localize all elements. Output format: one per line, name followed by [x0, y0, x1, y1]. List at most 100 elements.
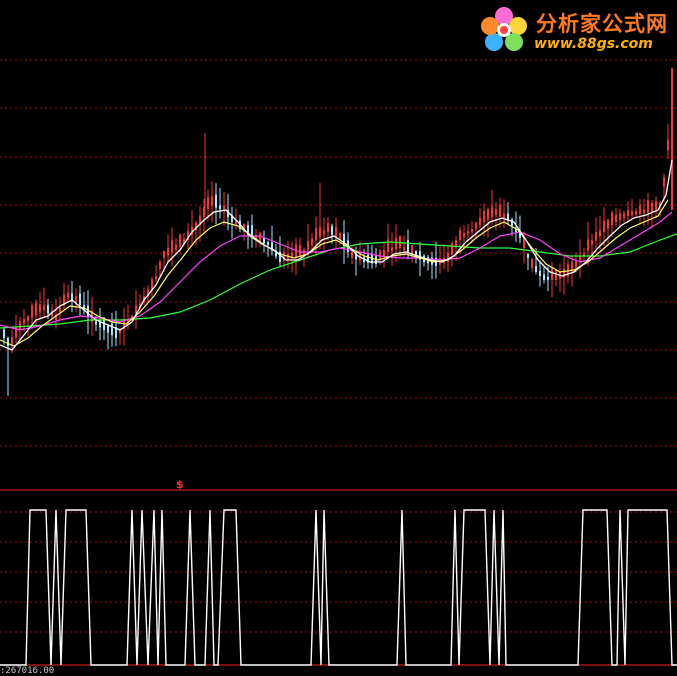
- candle-body: [631, 211, 633, 216]
- candle-body: [635, 210, 637, 215]
- candle-body: [71, 293, 73, 301]
- candle-body: [483, 211, 485, 222]
- candle-body: [307, 241, 309, 250]
- candle-body: [667, 139, 669, 150]
- candle-body: [327, 222, 329, 232]
- candle-body: [555, 269, 557, 280]
- candle-body: [627, 210, 629, 216]
- candle-body: [299, 244, 301, 256]
- candle-body: [451, 243, 453, 255]
- candle-body: [459, 230, 461, 240]
- candle-body: [331, 225, 333, 235]
- candle-body: [59, 307, 61, 313]
- candle-body: [503, 213, 505, 219]
- buy-signal-marker: $: [176, 478, 184, 491]
- candle-body: [219, 205, 221, 210]
- candle-body: [543, 274, 545, 280]
- candle-body: [315, 227, 317, 240]
- candle-body: [607, 219, 609, 229]
- candle-body: [507, 213, 509, 220]
- candle-body: [75, 296, 77, 303]
- candle-body: [491, 206, 493, 218]
- candle-body: [119, 330, 121, 334]
- candle-body: [387, 239, 389, 252]
- candle-body: [495, 208, 497, 215]
- candle-body: [551, 267, 553, 280]
- candle-body: [399, 235, 401, 248]
- candle-body: [31, 305, 33, 318]
- candle-body: [479, 217, 481, 226]
- candle-body: [623, 213, 625, 218]
- candle-body: [335, 226, 337, 238]
- candle-body: [471, 228, 473, 232]
- candle-body: [499, 204, 501, 217]
- candle-body: [663, 177, 665, 187]
- candle-body: [215, 194, 217, 208]
- candle-body: [171, 240, 173, 253]
- candle-body: [531, 258, 533, 268]
- candle-body: [615, 214, 617, 222]
- site-logo: 分析家公式网 www.88gs.com: [476, 2, 676, 58]
- signal-line: [0, 509, 677, 666]
- candle-body: [403, 246, 405, 251]
- candle-body: [599, 230, 601, 237]
- candle-body: [19, 321, 21, 330]
- candle-body: [259, 232, 261, 242]
- stock-chart: [0, 59, 677, 666]
- candle-body: [655, 200, 657, 210]
- candle-body: [159, 261, 161, 269]
- candle-body: [95, 321, 97, 325]
- candle-body: [391, 247, 393, 251]
- candle-body: [647, 200, 649, 213]
- candle-body: [263, 237, 265, 244]
- candle-body: [47, 304, 49, 314]
- candle-body: [639, 205, 641, 214]
- candle-body: [395, 237, 397, 250]
- logo-text: 分析家公式网: [536, 12, 668, 36]
- candle-body: [167, 247, 169, 256]
- candle-body: [323, 230, 325, 235]
- candle-body: [111, 323, 113, 336]
- candle-body: [211, 195, 213, 206]
- candle-body: [475, 222, 477, 229]
- candle-body: [619, 213, 621, 220]
- candle-body: [651, 202, 653, 212]
- candle-body: [175, 244, 177, 250]
- candle-body: [67, 292, 69, 298]
- candle-body: [527, 253, 529, 258]
- ma-short-line: [0, 159, 673, 351]
- candle-body: [487, 209, 489, 220]
- candle-body: [535, 266, 537, 272]
- candle-body: [107, 325, 109, 333]
- candle-body: [351, 251, 353, 258]
- candle-body: [643, 209, 645, 214]
- logo-url: www.88gs.com: [534, 36, 653, 52]
- candle-body: [587, 239, 589, 251]
- candle-body: [267, 241, 269, 245]
- candle-body: [547, 276, 549, 280]
- candle-body: [603, 220, 605, 232]
- candle-body: [3, 329, 5, 338]
- candle-body: [539, 270, 541, 276]
- candle-body: [611, 212, 613, 226]
- candle-body: [27, 316, 29, 321]
- candle-body: [595, 232, 597, 241]
- candle-body: [79, 293, 81, 305]
- candle-body: [383, 249, 385, 256]
- candle-body: [467, 230, 469, 235]
- candle-body: [511, 219, 513, 226]
- candle-body: [43, 305, 45, 310]
- footer-date-label: :267016.00: [0, 666, 55, 676]
- candle-body: [591, 239, 593, 245]
- candle-body: [155, 276, 157, 280]
- candle-body: [207, 197, 209, 209]
- candle-body: [39, 304, 41, 313]
- candle-body: [163, 250, 165, 258]
- candle-body: [523, 238, 525, 248]
- candle-body: [179, 234, 181, 247]
- candle-body: [311, 238, 313, 245]
- candle-body: [407, 240, 409, 253]
- candle-body: [35, 302, 37, 316]
- candle-body: [223, 205, 225, 213]
- flower-logo-icon: [481, 7, 527, 51]
